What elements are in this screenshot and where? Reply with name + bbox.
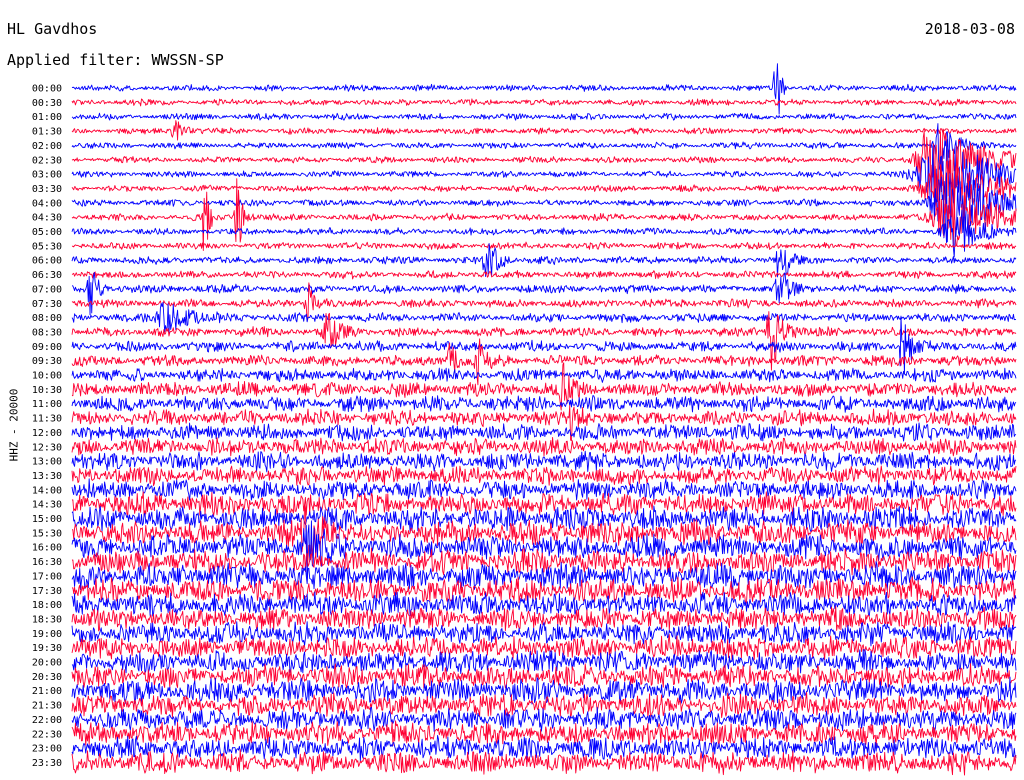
seismic-trace-0000 <box>71 63 1017 115</box>
time-tick-label: 01:30 <box>32 127 62 138</box>
seismic-trace-1130 <box>71 405 1017 442</box>
time-tick-label: 16:30 <box>32 557 62 568</box>
seismic-trace-0330 <box>71 159 1017 218</box>
seismic-trace-0230 <box>71 128 1017 205</box>
seismic-trace-1400 <box>71 478 1017 501</box>
time-tick-label: 17:00 <box>32 571 62 582</box>
time-tick-label: 03:30 <box>32 184 62 195</box>
time-tick-label: 06:30 <box>32 270 62 281</box>
seismic-trace-0300 <box>71 139 1017 208</box>
time-tick-label: 16:00 <box>32 543 62 554</box>
seismic-trace-0900 <box>71 315 1017 375</box>
time-tick-label: 07:30 <box>32 299 62 310</box>
time-tick-label: 07:00 <box>32 284 62 295</box>
seismic-trace-0630 <box>71 269 1017 280</box>
time-tick-label: 10:30 <box>32 385 62 396</box>
seismic-trace-0600 <box>71 243 1017 278</box>
seismic-trace-0130 <box>71 120 1017 141</box>
time-tick-label: 14:00 <box>32 485 62 496</box>
time-tick-label: 22:00 <box>32 715 62 726</box>
seismic-trace-1800 <box>71 591 1017 617</box>
time-tick-label: 09:00 <box>32 342 62 353</box>
seismic-trace-1230 <box>71 437 1017 457</box>
time-tick-label: 08:00 <box>32 313 62 324</box>
time-tick-label: 00:00 <box>32 84 62 95</box>
time-tick-label: 22:30 <box>32 729 62 740</box>
time-tick-label: 13:30 <box>32 471 62 482</box>
seismic-trace-2230 <box>71 720 1017 747</box>
seismic-trace-1000 <box>71 367 1017 383</box>
seismic-trace-1900 <box>71 621 1017 647</box>
seismic-trace-0700 <box>71 271 1017 316</box>
seismic-trace-0030 <box>71 98 1017 107</box>
time-tick-label: 02:30 <box>32 155 62 166</box>
time-tick-label: 20:30 <box>32 672 62 683</box>
time-tick-label: 23:00 <box>32 744 62 755</box>
seismic-trace-1100 <box>71 395 1017 413</box>
time-tick-label: 02:00 <box>32 141 62 152</box>
time-tick-label: 21:30 <box>32 701 62 712</box>
time-tick-label: 13:00 <box>32 457 62 468</box>
time-tick-label: 06:00 <box>32 256 62 267</box>
time-tick-label: 15:30 <box>32 528 62 539</box>
seismic-trace-2130 <box>71 692 1017 719</box>
time-tick-label: 11:00 <box>32 399 62 410</box>
seismic-trace-0530 <box>71 241 1017 250</box>
time-tick-label: 04:00 <box>32 198 62 209</box>
seismic-trace-1330 <box>71 465 1017 487</box>
time-tick-label: 10:00 <box>32 371 62 382</box>
time-tick-label: 18:30 <box>32 614 62 625</box>
seismic-trace-1200 <box>71 422 1017 442</box>
time-tick-label: 14:30 <box>32 500 62 511</box>
seismic-trace-2200 <box>71 706 1017 733</box>
seismic-trace-1430 <box>71 491 1017 517</box>
time-tick-label: 21:00 <box>32 686 62 697</box>
time-tick-label: 00:30 <box>32 98 62 109</box>
time-tick-label: 19:00 <box>32 629 62 640</box>
time-tick-label: 11:30 <box>32 414 62 425</box>
time-tick-label: 08:30 <box>32 327 62 338</box>
time-tick-label: 05:00 <box>32 227 62 238</box>
time-tick-label: 09:30 <box>32 356 62 367</box>
time-tick-label: 01:00 <box>32 112 62 123</box>
time-tick-label: 15:00 <box>32 514 62 525</box>
time-tick-label: 23:30 <box>32 758 62 769</box>
helicorder-plot: 00:00 00:30 01:00 01:30 02:00 02:30 03:00 03:30… <box>32 63 1017 776</box>
time-tick-label: 12:00 <box>32 428 62 439</box>
time-tick-label: 05:30 <box>32 241 62 252</box>
time-tick-label: 04:30 <box>32 213 62 224</box>
seismic-trace-0100 <box>71 112 1017 121</box>
time-tick-label: 12:30 <box>32 442 62 453</box>
seismic-trace-0200 <box>71 123 1017 171</box>
time-tick-label: 20:00 <box>32 658 62 669</box>
time-tick-label: 18:00 <box>32 600 62 611</box>
seismic-trace-0800 <box>71 301 1017 334</box>
time-tick-label: 19:30 <box>32 643 62 654</box>
time-tick-label: 17:30 <box>32 586 62 597</box>
time-tick-label: 03:00 <box>32 170 62 181</box>
